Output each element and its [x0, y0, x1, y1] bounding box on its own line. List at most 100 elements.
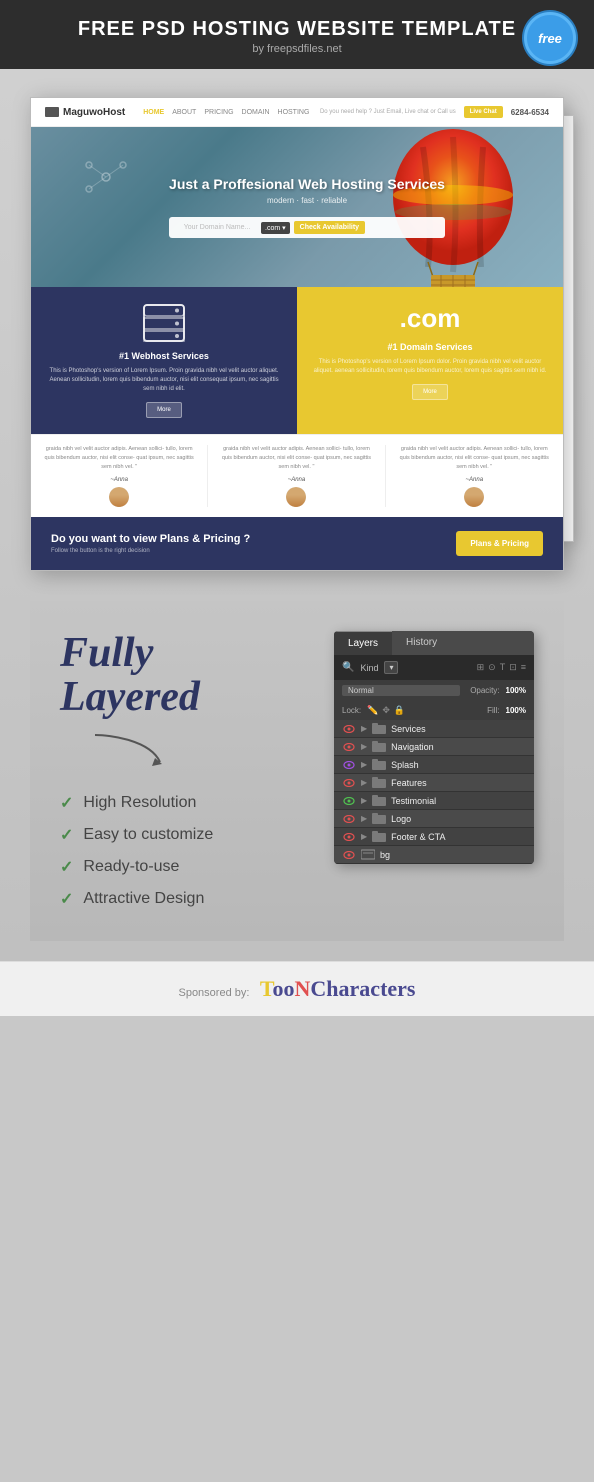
- filter-icon-4[interactable]: ⊡: [509, 662, 517, 673]
- info-left: Fully Layered ✓ High Resolution ✓ Easy t…: [60, 631, 314, 920]
- feature-label-1: High Resolution: [83, 794, 196, 812]
- logo-icon: [45, 107, 59, 117]
- testimonial-1-text: graida nibh vel velit auctor adipis. Aen…: [41, 445, 197, 471]
- folder-icon-services: [372, 723, 386, 734]
- tab-layers[interactable]: Layers: [334, 631, 392, 655]
- filter-icon-3[interactable]: T: [500, 662, 506, 673]
- fill-value: 100%: [506, 706, 526, 715]
- eye-icon-bg[interactable]: [342, 850, 356, 860]
- nav-hosting[interactable]: HOSTING: [278, 109, 310, 116]
- free-badge-text: free: [538, 31, 562, 46]
- layer-splash[interactable]: ▶ Splash: [334, 756, 534, 774]
- cta-subtitle: Follow the button is the right decision: [51, 548, 250, 554]
- lock-row: Lock: ✏️ ✥ 🔒 Fill: 100%: [334, 701, 534, 720]
- check-icon-2: ✓: [60, 825, 73, 845]
- eye-icon-logo[interactable]: [342, 814, 356, 824]
- feature-item-3: ✓ Ready-to-use: [60, 857, 314, 877]
- layer-name-bg: bg: [380, 850, 526, 860]
- feature-item-1: ✓ High Resolution: [60, 793, 314, 813]
- check-icon-1: ✓: [60, 793, 73, 813]
- layer-bg[interactable]: bg: [334, 846, 534, 864]
- webhost-desc: This is Photoshop's version of Lorem Ips…: [45, 367, 283, 394]
- folder-icon-splash: [372, 759, 386, 770]
- domain-title: #1 Domain Services: [311, 342, 549, 352]
- folder-icon-testimonial: [372, 795, 386, 806]
- features-list: ✓ High Resolution ✓ Easy to customize ✓ …: [60, 793, 314, 909]
- layer-navigation[interactable]: ▶ Navigation: [334, 738, 534, 756]
- nav-pricing[interactable]: PRICING: [204, 109, 233, 116]
- feature-label-3: Ready-to-use: [83, 858, 179, 876]
- info-section: Fully Layered ✓ High Resolution ✓ Easy t…: [30, 601, 564, 940]
- testimonial-2: graida nibh vel velit auctor adipis. Aen…: [208, 445, 385, 507]
- testimonial-2-avatar: [286, 487, 306, 507]
- heading-line2: Layered: [60, 675, 314, 719]
- heading-line1: Fully: [60, 631, 314, 675]
- lock-icon-2[interactable]: ✥: [382, 705, 390, 716]
- layer-name-testimonial: Testimonial: [391, 796, 526, 806]
- lock-icon-1[interactable]: ✏️: [367, 705, 378, 716]
- eye-icon-testimonial[interactable]: [342, 796, 356, 806]
- hero-title: Just a Proffesional Web Hosting Services: [169, 176, 445, 192]
- filter-icon-1[interactable]: ⊞: [477, 662, 485, 673]
- nav-home[interactable]: HOME: [143, 109, 164, 116]
- kind-select[interactable]: ▾: [384, 661, 398, 674]
- layer-arrow-testimonial: ▶: [361, 796, 367, 805]
- lock-icon-3[interactable]: 🔒: [394, 705, 405, 716]
- layer-footer-cta[interactable]: ▶ Footer & CTA: [334, 828, 534, 846]
- hero-subtitle: modern · fast · reliable: [169, 196, 445, 205]
- eye-icon-footer-cta[interactable]: [342, 832, 356, 842]
- layer-arrow-navigation: ▶: [361, 742, 367, 751]
- sponsored-label: Sponsored by:: [178, 987, 249, 999]
- layer-features[interactable]: ▶ Features: [334, 774, 534, 792]
- layer-arrow-logo: ▶: [361, 814, 367, 823]
- filter-icon-5[interactable]: ≡: [521, 662, 526, 673]
- cta-title: Do you want to view Plans & Pricing ?: [51, 533, 250, 545]
- kind-label: Kind: [360, 663, 378, 673]
- layer-arrow-footer-cta: ▶: [361, 832, 367, 841]
- layer-name-services: Services: [391, 724, 526, 734]
- testimonial-3-text: graida nibh vel velit auctor adipis. Aen…: [396, 445, 553, 471]
- layer-name-splash: Splash: [391, 760, 526, 770]
- site-nav: MaguwoHost HOME ABOUT PRICING DOMAIN HOS…: [31, 98, 563, 127]
- webhost-more-button[interactable]: More: [146, 402, 182, 418]
- blending-mode-select[interactable]: Normal: [342, 685, 460, 696]
- tab-history[interactable]: History: [392, 631, 451, 655]
- plans-pricing-button[interactable]: Plans & Pricing: [456, 531, 543, 556]
- domain-input-placeholder[interactable]: Your Domain Name...: [177, 224, 257, 231]
- folder-icon-footer-cta: [372, 831, 386, 842]
- domain-extension-select[interactable]: .com ▾: [261, 222, 290, 234]
- mockup-main: MaguwoHost HOME ABOUT PRICING DOMAIN HOS…: [30, 97, 564, 571]
- folder-icon-features: [372, 777, 386, 788]
- testimonial-2-name: ~Anna: [218, 477, 374, 483]
- domain-more-button[interactable]: More: [412, 384, 448, 400]
- feature-label-4: Attractive Design: [83, 890, 204, 908]
- filter-icon-2[interactable]: ⊙: [488, 662, 496, 673]
- layer-services[interactable]: ▶ Services: [334, 720, 534, 738]
- feature-item-4: ✓ Attractive Design: [60, 889, 314, 909]
- layers-normal-row: Normal Opacity: 100%: [334, 680, 534, 701]
- brand-T: T: [260, 976, 273, 1001]
- phone-number: 6284-6534: [511, 108, 549, 117]
- layer-testimonial[interactable]: ▶ Testimonial: [334, 792, 534, 810]
- eye-icon-services[interactable]: [342, 724, 356, 734]
- feature-item-2: ✓ Easy to customize: [60, 825, 314, 845]
- check-icon-4: ✓: [60, 889, 73, 909]
- page-header: FREE PSD HOSTING WEBSITE TEMPLATE by fre…: [0, 0, 594, 69]
- live-chat-button[interactable]: Live Chat: [464, 106, 503, 118]
- lock-icons: ✏️ ✥ 🔒: [367, 705, 405, 716]
- eye-icon-features[interactable]: [342, 778, 356, 788]
- nav-help-text: Do you need help ? Just Email, Live chat…: [320, 109, 456, 115]
- nav-about[interactable]: ABOUT: [172, 109, 196, 116]
- nav-cta: Do you need help ? Just Email, Live chat…: [320, 106, 549, 118]
- layer-logo[interactable]: ▶ Logo: [334, 810, 534, 828]
- eye-icon-splash[interactable]: [342, 760, 356, 770]
- opacity-label: Opacity:: [470, 686, 499, 695]
- arrow-curve: [90, 730, 314, 775]
- layer-name-logo: Logo: [391, 814, 526, 824]
- testimonial-3-avatar: [464, 487, 484, 507]
- eye-icon-navigation[interactable]: [342, 742, 356, 752]
- check-availability-button[interactable]: Check Availability: [294, 221, 365, 234]
- nav-domain[interactable]: DOMAIN: [242, 109, 270, 116]
- testimonial-1: graida nibh vel velit auctor adipis. Aen…: [31, 445, 208, 507]
- main-section: MaguwoHost HOME ABOUT PRICING DOMAIN HOS…: [0, 69, 594, 961]
